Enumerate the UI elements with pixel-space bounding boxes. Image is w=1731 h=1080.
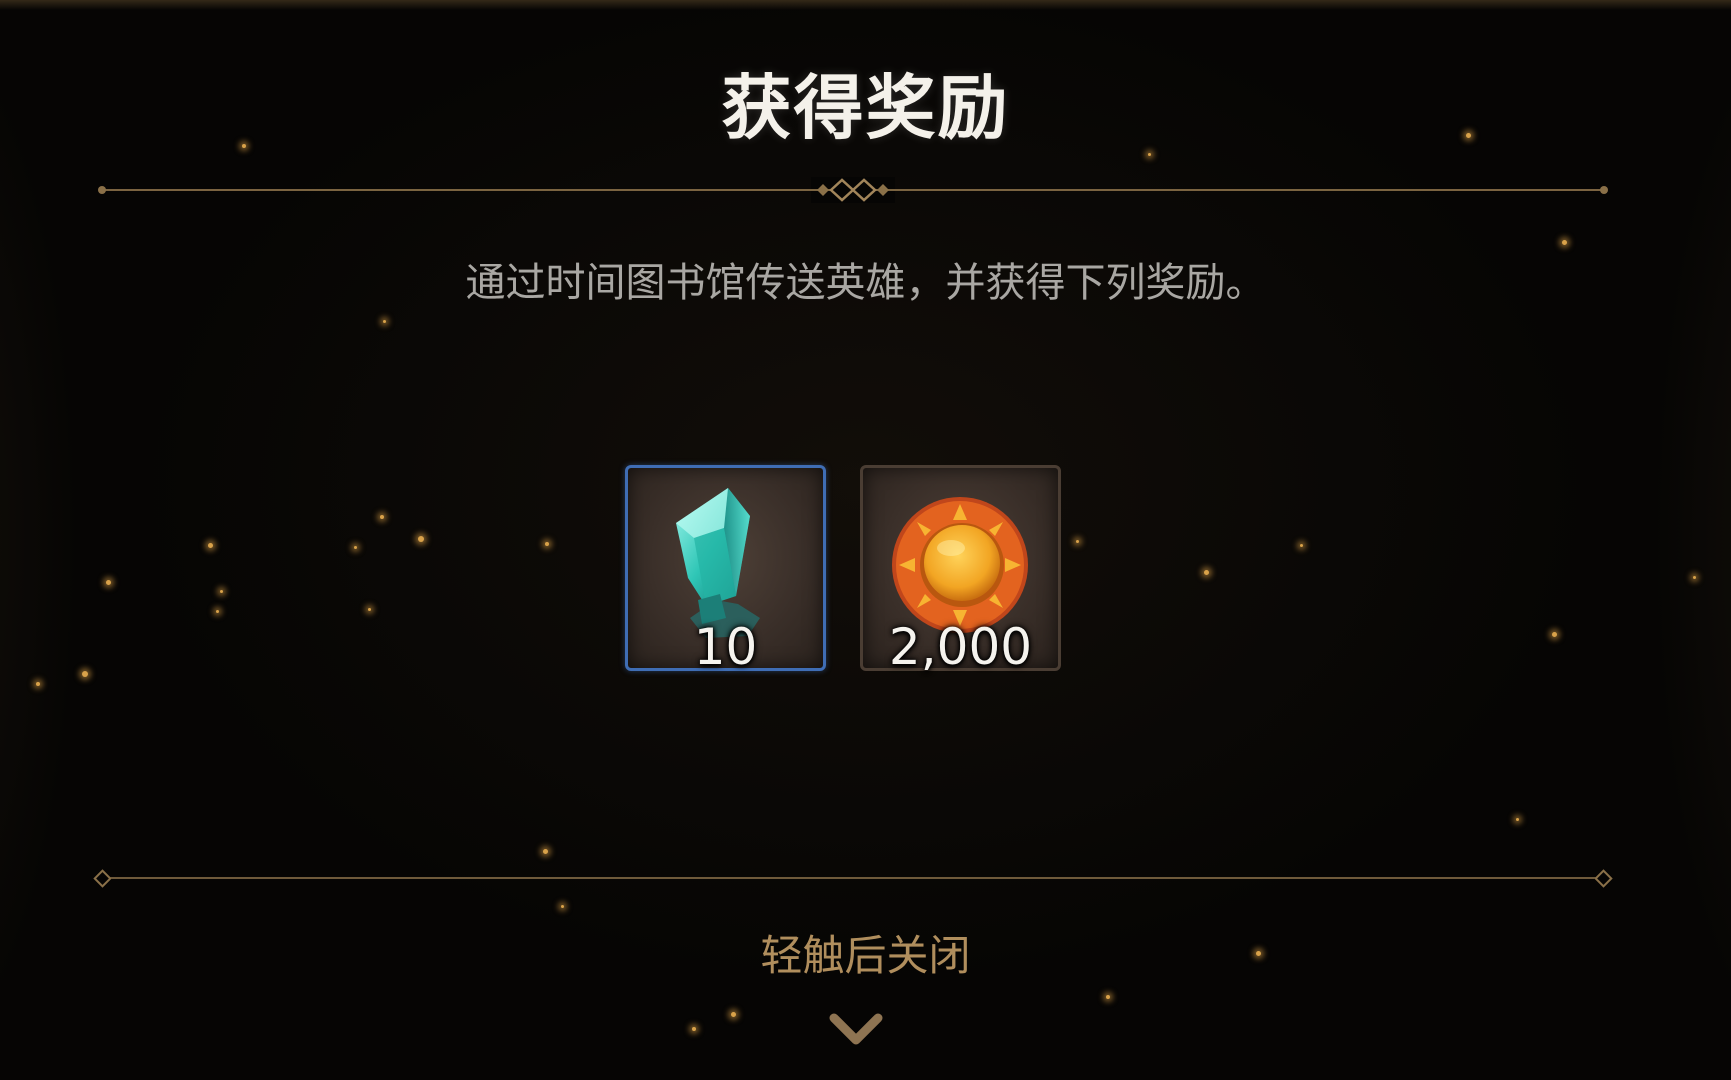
right-edge-glow xyxy=(1651,0,1731,1080)
sparkle xyxy=(543,849,548,854)
divider-end-dot xyxy=(1600,186,1608,194)
reward-dialog[interactable]: 获得奖励 通过时间图书馆传送英雄，并获得下列奖励。 10 2,000 轻触后关闭 xyxy=(0,0,1731,1080)
sparkle xyxy=(383,320,386,323)
reward-item-gold[interactable]: 2,000 xyxy=(860,465,1061,676)
sparkle xyxy=(1148,153,1151,156)
sparkle xyxy=(731,1012,736,1017)
sparkle xyxy=(418,536,424,542)
sparkle xyxy=(36,682,40,686)
reward-item-crystal[interactable]: 10 xyxy=(625,465,826,676)
dialog-title: 获得奖励 xyxy=(721,67,1010,149)
divider-end-diamond xyxy=(1594,869,1613,888)
sparkle xyxy=(1204,570,1209,575)
reward-quantity: 2,000 xyxy=(888,618,1033,676)
sparkle xyxy=(380,515,384,519)
top-ornament-divider xyxy=(98,177,1608,203)
sparkle xyxy=(1300,544,1303,547)
sparkle xyxy=(82,671,88,677)
reward-description: 通过时间图书馆传送英雄，并获得下列奖励。 xyxy=(465,260,1266,306)
sparkle xyxy=(561,905,564,908)
sparkle xyxy=(208,543,213,548)
left-edge-glow xyxy=(0,0,80,1080)
sparkle xyxy=(1552,632,1557,637)
sparkle xyxy=(692,1027,696,1031)
divider-end-diamond xyxy=(93,869,112,888)
sparkle xyxy=(354,546,357,549)
sparkle xyxy=(1516,818,1519,821)
diamond-ornament-icon xyxy=(811,177,895,203)
divider-end-dot xyxy=(98,186,106,194)
sparkle xyxy=(216,610,219,613)
sparkle xyxy=(1562,240,1567,245)
sparkle xyxy=(220,590,223,593)
sparkle xyxy=(368,608,371,611)
sparkle xyxy=(545,542,549,546)
bottom-divider xyxy=(93,869,1613,888)
tap-to-close-label[interactable]: 轻触后关闭 xyxy=(0,922,1731,983)
sparkle xyxy=(106,580,111,585)
sparkle xyxy=(1693,576,1696,579)
sparkle xyxy=(1076,540,1079,543)
chevron-down-icon[interactable] xyxy=(828,1010,884,1050)
reward-list: 10 2,000 xyxy=(625,465,1061,676)
sparkle xyxy=(1106,995,1110,999)
reward-quantity: 10 xyxy=(693,618,758,676)
top-edge-glow xyxy=(0,0,1731,10)
